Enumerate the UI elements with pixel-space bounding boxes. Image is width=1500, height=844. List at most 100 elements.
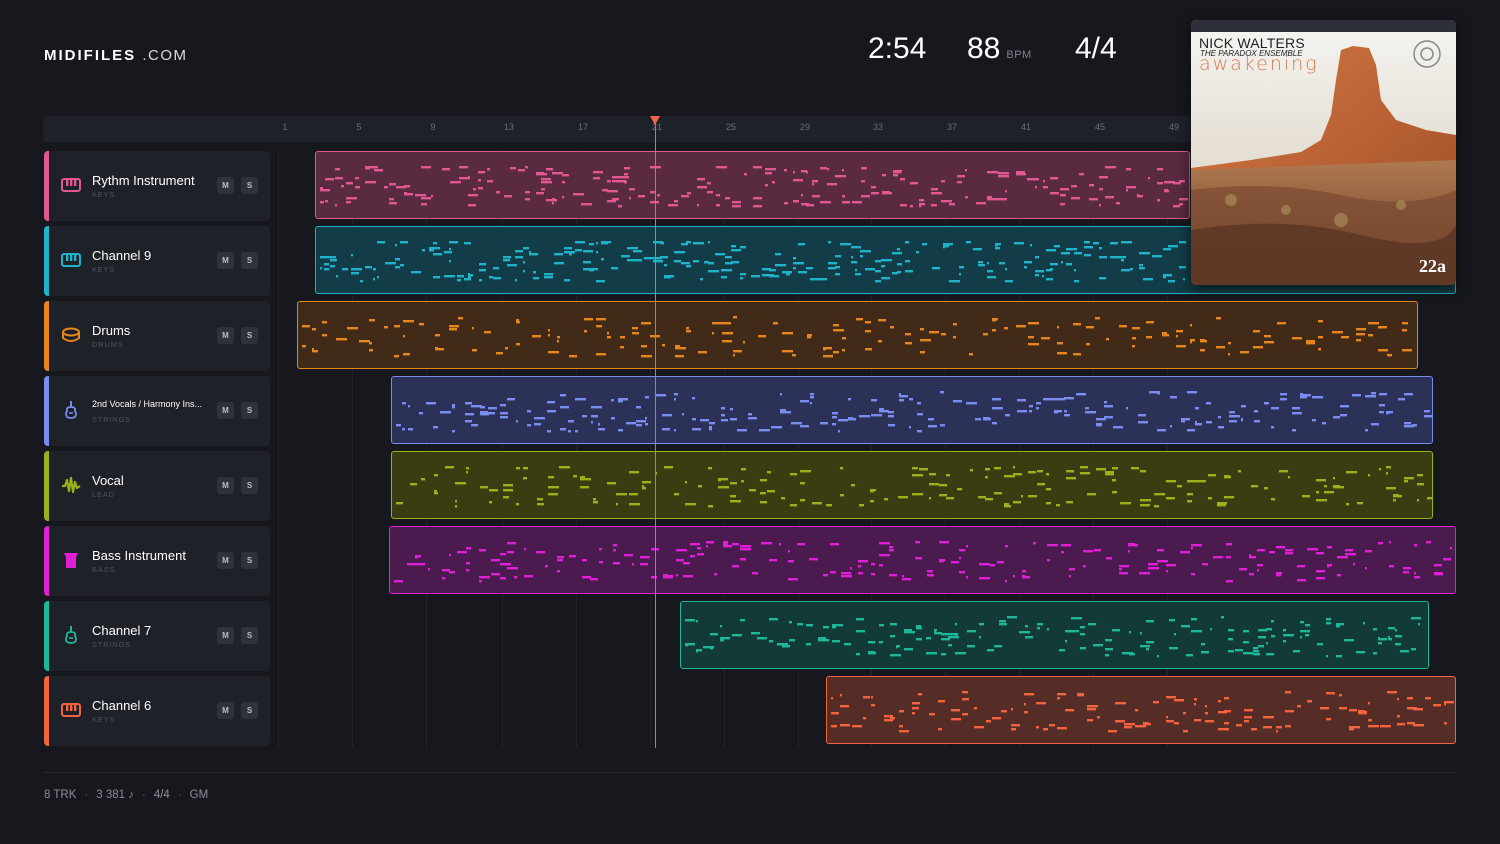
track-category: DRUMS xyxy=(92,340,124,349)
midi-region[interactable] xyxy=(680,601,1429,669)
track-name: Bass Instrument xyxy=(92,548,186,563)
track-color-bar xyxy=(44,376,49,446)
track-category: BASS xyxy=(92,565,116,574)
tempo-display: 88 BPM xyxy=(967,32,1032,66)
track-header[interactable]: Rythm Instrument KEYS M S xyxy=(44,151,270,221)
brand-name: MIDIFILES xyxy=(44,47,137,64)
track-header[interactable]: Channel 7 STRINGS M S xyxy=(44,601,270,671)
brand-logo[interactable]: MIDIFILES .COM xyxy=(44,47,188,64)
track-name: Channel 9 xyxy=(92,248,152,263)
ruler-tick: 13 xyxy=(503,122,515,132)
track-name: Rythm Instrument xyxy=(92,173,195,188)
midi-standard: GM xyxy=(189,789,209,801)
brand-suffix: .COM xyxy=(142,47,188,64)
solo-button[interactable]: S xyxy=(241,402,258,419)
note-lane xyxy=(320,166,1188,208)
track-name: 2nd Vocals / Harmony Ins... xyxy=(92,399,203,409)
track-header[interactable]: Channel 6 KEYS M S xyxy=(44,676,270,746)
midi-region[interactable] xyxy=(826,676,1456,744)
mute-button[interactable]: M xyxy=(217,327,234,344)
track-category: STRINGS xyxy=(92,640,131,649)
violin-icon xyxy=(61,625,81,645)
playhead[interactable] xyxy=(655,116,656,748)
ruler-tick: 25 xyxy=(725,122,737,132)
note-lane xyxy=(394,541,1452,583)
waveform-icon xyxy=(61,475,81,495)
track-color-bar xyxy=(44,151,49,221)
mute-button[interactable]: M xyxy=(217,177,234,194)
track-category: KEYS xyxy=(92,190,116,199)
solo-button[interactable]: S xyxy=(241,702,258,719)
footer-divider xyxy=(43,772,1457,773)
ruler-tick: 33 xyxy=(872,122,884,132)
note-lane xyxy=(831,691,1454,733)
violin-icon xyxy=(61,400,81,420)
solo-button[interactable]: S xyxy=(241,327,258,344)
track-category: KEYS xyxy=(92,715,116,724)
note-count: 3 381 ♪ xyxy=(96,789,134,801)
playhead-handle[interactable] xyxy=(650,116,660,125)
solo-button[interactable]: S xyxy=(241,252,258,269)
footer-info: 8 TRK · 3 381 ♪ · 4/4 · GM xyxy=(44,789,209,801)
track-header[interactable]: Bass Instrument BASS M S xyxy=(44,526,270,596)
piano-icon xyxy=(61,700,81,720)
song-duration: 2:54 xyxy=(868,32,927,65)
piano-icon xyxy=(61,175,81,195)
ruler-tick: 41 xyxy=(1020,122,1032,132)
note-lane xyxy=(685,616,1421,658)
ruler-tick: 1 xyxy=(282,122,288,132)
solo-button[interactable]: S xyxy=(241,477,258,494)
track-color-bar xyxy=(44,526,49,596)
track-header[interactable]: 2nd Vocals / Harmony Ins... STRINGS M S xyxy=(44,376,270,446)
solo-button[interactable]: S xyxy=(241,627,258,644)
mute-button[interactable]: M xyxy=(217,702,234,719)
midi-region[interactable] xyxy=(315,151,1190,219)
bass-icon xyxy=(61,550,81,570)
drum-icon xyxy=(61,325,81,345)
ruler-tick: 29 xyxy=(799,122,811,132)
ruler-tick: 5 xyxy=(356,122,362,132)
tempo-value: 88 xyxy=(967,32,1001,65)
track-color-bar xyxy=(44,601,49,671)
footer-signature: 4/4 xyxy=(153,789,170,801)
mute-button[interactable]: M xyxy=(217,627,234,644)
mute-button[interactable]: M xyxy=(217,402,234,419)
ruler-tick: 17 xyxy=(577,122,589,132)
midi-region[interactable] xyxy=(389,526,1456,594)
tempo-unit: BPM xyxy=(1006,49,1032,61)
album-title: awakening xyxy=(1199,53,1319,75)
track-name: Channel 6 xyxy=(92,698,152,713)
ruler-tick: 49 xyxy=(1168,122,1180,132)
album-cover: NICK WALTERS THE PARADOX ENSEMBLE awaken… xyxy=(1191,20,1456,285)
track-header[interactable]: Vocal LEAD M S xyxy=(44,451,270,521)
midi-region[interactable] xyxy=(391,376,1433,444)
track-header[interactable]: Channel 9 KEYS M S xyxy=(44,226,270,296)
track-category: STRINGS xyxy=(92,415,131,424)
mute-button[interactable]: M xyxy=(217,252,234,269)
grid-line xyxy=(278,150,279,748)
midi-region[interactable] xyxy=(391,451,1433,519)
track-color-bar xyxy=(44,226,49,296)
note-lane xyxy=(302,316,1412,358)
solo-button[interactable]: S xyxy=(241,177,258,194)
track-category: LEAD xyxy=(92,490,115,499)
track-color-bar xyxy=(44,676,49,746)
mute-button[interactable]: M xyxy=(217,552,234,569)
midi-region[interactable] xyxy=(297,301,1418,369)
mute-button[interactable]: M xyxy=(217,477,234,494)
track-name: Drums xyxy=(92,323,131,338)
ruler-tick: 37 xyxy=(946,122,958,132)
track-name: Channel 7 xyxy=(92,623,152,638)
track-name: Vocal xyxy=(92,473,124,488)
note-lane xyxy=(396,391,1432,433)
ruler-tick: 9 xyxy=(430,122,436,132)
piano-icon xyxy=(61,250,81,270)
track-color-bar xyxy=(44,451,49,521)
track-count: 8 TRK xyxy=(44,789,77,801)
ruler-tick: 45 xyxy=(1094,122,1106,132)
track-header[interactable]: Drums DRUMS M S xyxy=(44,301,270,371)
album-number: 22a xyxy=(1419,256,1446,276)
time-signature: 4/4 xyxy=(1075,32,1117,65)
track-color-bar xyxy=(44,301,49,371)
solo-button[interactable]: S xyxy=(241,552,258,569)
